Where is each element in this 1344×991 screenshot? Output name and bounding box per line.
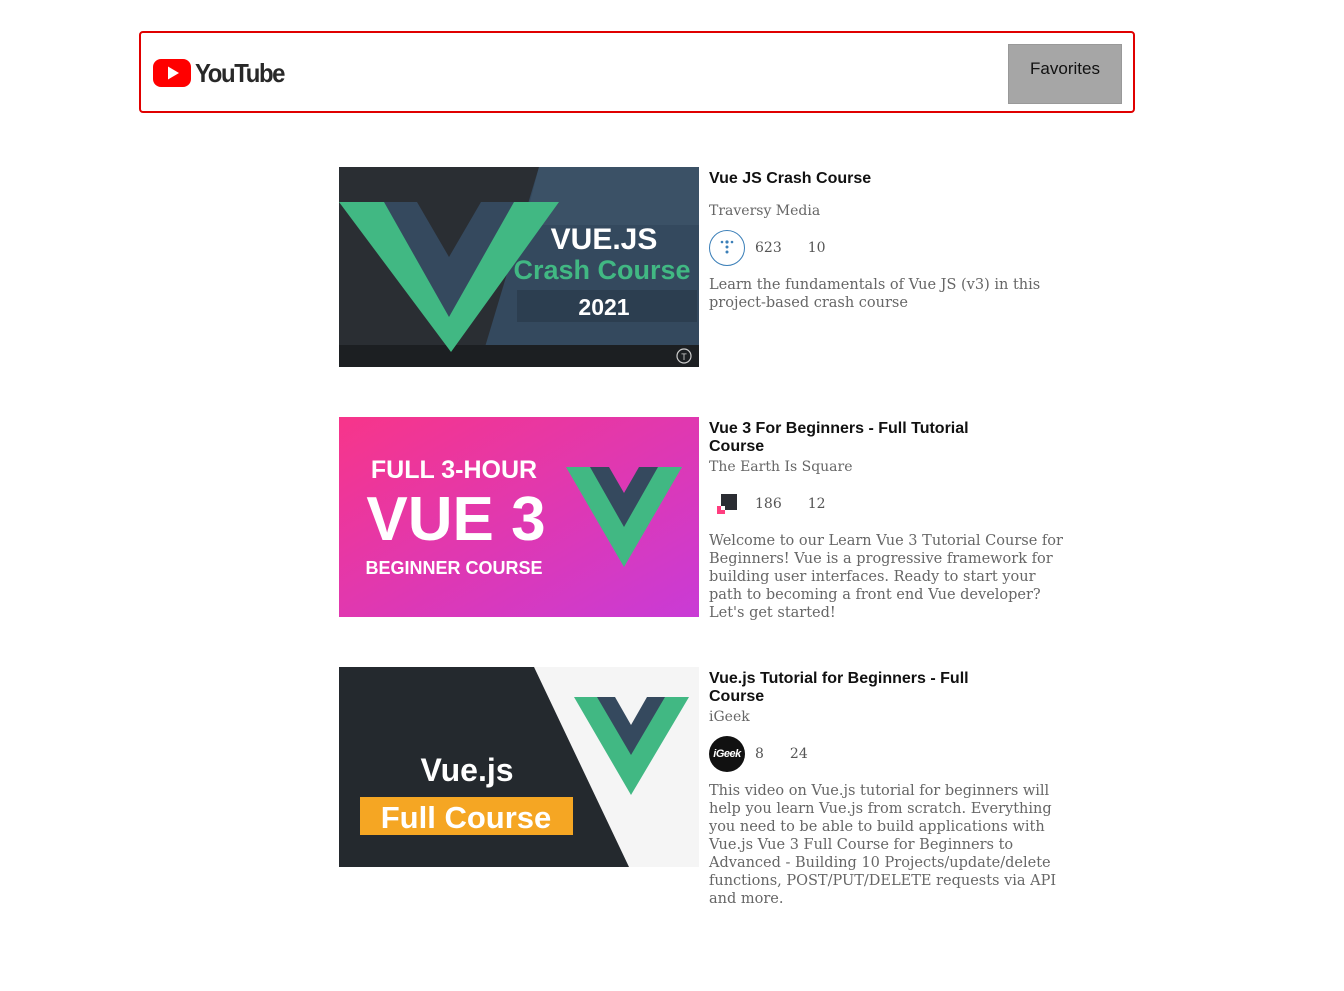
favorites-button[interactable]: Favorites bbox=[1008, 44, 1122, 104]
video-title[interactable]: Vue 3 For Beginners - Full Tutorial Cour… bbox=[709, 420, 979, 456]
vue-crash-course-thumbnail: VUE.JS Crash Course 2021 T bbox=[339, 167, 699, 367]
view-count: 623 bbox=[755, 240, 782, 256]
video-info: Vue.js Tutorial for Beginners - Full Cou… bbox=[709, 667, 1064, 908]
like-count: 10 bbox=[807, 240, 826, 256]
video-description: Learn the fundamentals of Vue JS (v3) in… bbox=[709, 277, 1041, 311]
video-item: Vue.js Full Course Vue.js Tutorial for B… bbox=[339, 667, 1069, 907]
like-count: 12 bbox=[807, 496, 826, 512]
header-bar: YouTube Favorites bbox=[139, 31, 1135, 113]
thumb-line-1: Vue.js bbox=[420, 752, 513, 788]
video-title[interactable]: Vue.js Tutorial for Beginners - Full Cou… bbox=[709, 670, 979, 706]
thumb-line-1: VUE.JS bbox=[551, 223, 658, 256]
video-info: Vue 3 For Beginners - Full Tutorial Cour… bbox=[709, 417, 1064, 622]
channel-name[interactable]: The Earth Is Square bbox=[709, 458, 1064, 476]
earth-is-square-logo-icon[interactable] bbox=[709, 486, 745, 522]
video-item: FULL 3-HOUR VUE 3 BEGINNER COURSE Vue 3 … bbox=[339, 417, 1069, 621]
thumb-line-2: VUE 3 bbox=[366, 485, 545, 554]
video-thumbnail[interactable]: FULL 3-HOUR VUE 3 BEGINNER COURSE bbox=[339, 417, 699, 617]
video-info: Vue JS Crash Course Traversy Media 623 1… bbox=[709, 167, 1064, 312]
svg-text:T: T bbox=[681, 352, 687, 362]
video-stats: 186 12 bbox=[709, 486, 1064, 522]
video-item: VUE.JS Crash Course 2021 T Vue JS Crash … bbox=[339, 167, 1069, 367]
view-count: 8 bbox=[755, 746, 764, 762]
thumb-line-3: 2021 bbox=[578, 294, 629, 320]
channel-name[interactable]: Traversy Media bbox=[709, 202, 1064, 220]
video-stats: iGeek 8 24 bbox=[709, 736, 1064, 772]
youtube-logo[interactable]: YouTube bbox=[153, 57, 292, 89]
video-thumbnail[interactable]: Vue.js Full Course bbox=[339, 667, 699, 867]
video-stats: 623 10 bbox=[709, 230, 1064, 266]
channel-name[interactable]: iGeek bbox=[709, 708, 1064, 726]
avatar-text: iGeek bbox=[713, 748, 741, 760]
video-thumbnail[interactable]: VUE.JS Crash Course 2021 T bbox=[339, 167, 699, 367]
view-count: 186 bbox=[755, 496, 782, 512]
vue3-beginner-thumbnail: FULL 3-HOUR VUE 3 BEGINNER COURSE bbox=[339, 417, 699, 617]
traversy-logo-icon[interactable] bbox=[709, 230, 745, 266]
thumb-line-1: FULL 3-HOUR bbox=[371, 456, 537, 484]
video-description: This video on Vue.js tutorial for beginn… bbox=[709, 783, 1057, 907]
youtube-play-icon bbox=[153, 59, 191, 87]
video-title[interactable]: Vue JS Crash Course bbox=[709, 170, 979, 188]
vue-full-course-thumbnail: Vue.js Full Course bbox=[339, 667, 699, 867]
igeek-logo-icon[interactable]: iGeek bbox=[709, 736, 745, 772]
logo-text: YouTube bbox=[195, 57, 285, 88]
video-description: Welcome to our Learn Vue 3 Tutorial Cour… bbox=[709, 533, 1063, 621]
like-count: 24 bbox=[789, 746, 808, 762]
thumb-line-2: Crash Course bbox=[513, 255, 690, 285]
thumb-line-2: Full Course bbox=[381, 800, 552, 835]
thumb-line-3: BEGINNER COURSE bbox=[365, 558, 542, 578]
